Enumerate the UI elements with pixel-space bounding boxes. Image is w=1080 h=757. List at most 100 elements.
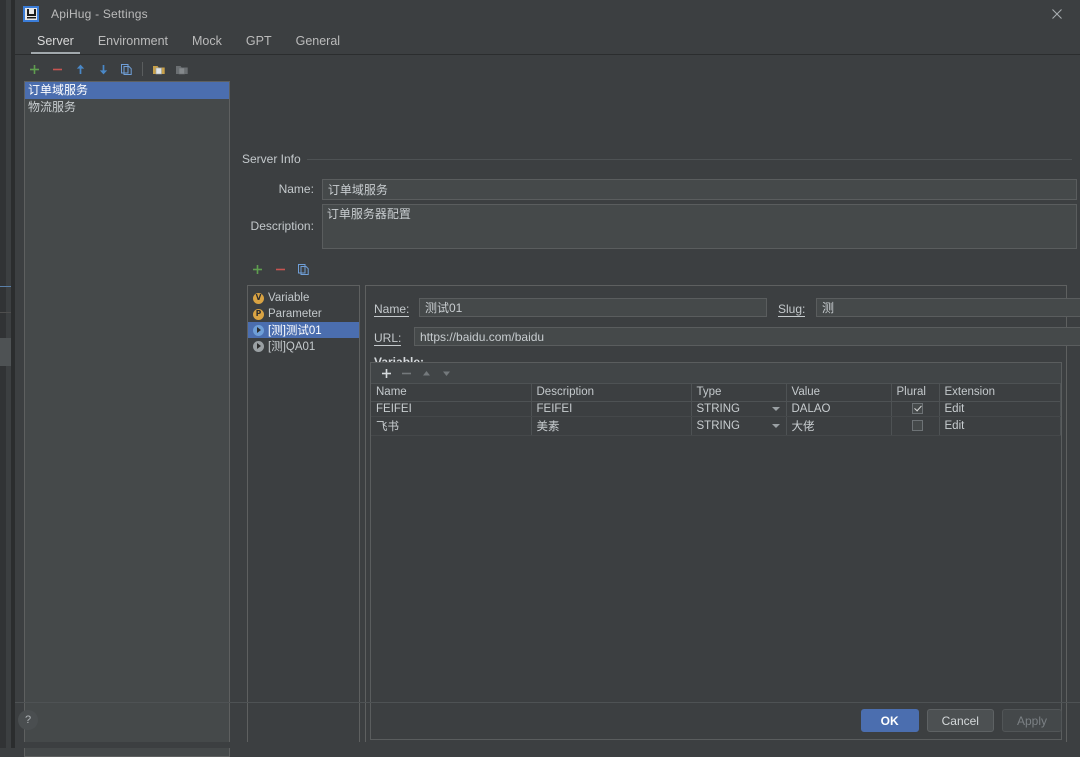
variable-table[interactable]: Name Description Type Value Plural Exten… <box>371 384 1061 436</box>
remove-server-button[interactable] <box>47 59 67 79</box>
tab-gpt[interactable]: GPT <box>234 31 284 54</box>
import-button[interactable] <box>149 59 169 79</box>
ok-button[interactable]: OK <box>861 709 919 732</box>
backdrop-chip <box>0 286 11 287</box>
cell-extension[interactable]: Edit <box>939 402 1061 417</box>
cell-value[interactable]: DALAO <box>786 402 891 417</box>
tree-item-parameter[interactable]: P Parameter <box>248 306 359 322</box>
detail-url-input[interactable] <box>414 327 1080 346</box>
move-up-button[interactable] <box>70 59 90 79</box>
cell-name[interactable]: FEIFEI <box>371 402 531 417</box>
icon-letter: P <box>256 310 262 318</box>
tree-item-label: [测]测试01 <box>268 322 322 338</box>
server-list-toolbar <box>24 58 230 80</box>
tab-label: Environment <box>98 34 168 48</box>
server-detail-content: Server Info Name: Description: <box>237 55 1072 748</box>
server-name-label: Name: <box>242 179 314 200</box>
group-divider <box>307 159 1072 160</box>
tab-environment[interactable]: Environment <box>86 31 180 54</box>
window-title: ApiHug - Settings <box>51 7 148 21</box>
chevron-down-icon[interactable] <box>772 407 780 411</box>
move-down-button[interactable] <box>93 59 113 79</box>
add-item-button[interactable] <box>247 259 267 279</box>
detail-url-label: URL: <box>374 331 401 345</box>
cancel-button[interactable]: Cancel <box>927 709 994 732</box>
column-header-extension[interactable]: Extension <box>939 384 1061 402</box>
close-icon[interactable] <box>1034 0 1080 27</box>
detail-slug-input[interactable] <box>816 298 1080 317</box>
chevron-down-icon[interactable] <box>772 424 780 428</box>
endpoint-icon <box>253 325 264 336</box>
server-list-item[interactable]: 物流服务 <box>25 99 229 116</box>
tab-general[interactable]: General <box>284 31 352 54</box>
column-header-type[interactable]: Type <box>691 384 786 402</box>
server-name-label: 物流服务 <box>28 100 76 114</box>
tab-label: GPT <box>246 34 272 48</box>
tree-item-endpoint-qa01[interactable]: [测]QA01 <box>248 338 359 354</box>
cell-type[interactable]: STRING <box>691 417 786 436</box>
column-header-name[interactable]: Name <box>371 384 531 402</box>
cell-type[interactable]: STRING <box>691 402 786 417</box>
server-description-label: Description: <box>242 204 314 249</box>
tree-item-label: Parameter <box>268 308 322 320</box>
server-list-item[interactable]: 订单域服务 <box>25 82 229 99</box>
tab-label: Mock <box>192 34 222 48</box>
detail-name-label: Name: <box>374 302 409 316</box>
footer-bottom-edge <box>15 742 1080 748</box>
cell-description[interactable]: FEIFEI <box>531 402 691 417</box>
copy-server-button[interactable] <box>116 59 136 79</box>
backdrop-chip <box>0 338 11 366</box>
tree-item-label: [测]QA01 <box>268 338 315 354</box>
server-description-textarea[interactable] <box>322 204 1077 249</box>
variable-icon: V <box>253 293 264 304</box>
dialog-footer: ? OK Cancel Apply <box>15 702 1080 748</box>
table-header-row: Name Description Type Value Plural Exten… <box>371 384 1061 402</box>
export-button[interactable] <box>172 59 192 79</box>
remove-item-button[interactable] <box>270 259 290 279</box>
cell-value[interactable]: 大佬 <box>786 417 891 436</box>
server-list[interactable]: 订单域服务 物流服务 <box>24 81 230 757</box>
column-header-value[interactable]: Value <box>786 384 891 402</box>
cell-name[interactable]: 飞书 <box>371 417 531 436</box>
variable-table-container: Name Description Type Value Plural Exten… <box>370 362 1062 740</box>
title-bar: ApiHug - Settings <box>15 0 1080 27</box>
tree-item-label: Variable <box>268 292 309 304</box>
tree-item-endpoint-test01[interactable]: [测]测试01 <box>248 322 359 338</box>
plural-checkbox[interactable] <box>912 403 923 414</box>
move-variable-down-button[interactable] <box>437 364 455 382</box>
move-variable-up-button[interactable] <box>417 364 435 382</box>
copy-item-button[interactable] <box>293 259 313 279</box>
tab-mock[interactable]: Mock <box>180 31 234 54</box>
toolbar-separator <box>142 62 143 76</box>
group-title-label: Server Info <box>242 152 301 166</box>
remove-variable-button[interactable] <box>397 364 415 382</box>
cell-plural[interactable] <box>891 417 939 436</box>
icon-letter: V <box>256 294 262 302</box>
dialog-body: 订单域服务 物流服务 Server Info Name: Description… <box>15 55 1080 748</box>
add-server-button[interactable] <box>24 59 44 79</box>
column-header-description[interactable]: Description <box>531 384 691 402</box>
endpoint-icon <box>253 341 264 352</box>
detail-name-input[interactable] <box>419 298 767 317</box>
tree-item-variable[interactable]: V Variable <box>248 290 359 306</box>
plural-checkbox[interactable] <box>912 420 923 431</box>
tab-label: General <box>296 34 340 48</box>
endpoint-tree[interactable]: V Variable P Parameter [测]测试01 [测]QA01 <box>247 285 360 745</box>
cell-extension[interactable]: Edit <box>939 417 1061 436</box>
add-variable-button[interactable] <box>377 364 395 382</box>
dialog-action-buttons: OK Cancel Apply <box>861 709 1062 732</box>
tab-server[interactable]: Server <box>25 31 86 54</box>
cell-description[interactable]: 美素 <box>531 417 691 436</box>
column-header-plural[interactable]: Plural <box>891 384 939 402</box>
table-row[interactable]: FEIFEI FEIFEI STRING DALAO E <box>371 402 1061 417</box>
cell-type-text: STRING <box>697 403 740 415</box>
cell-plural[interactable] <box>891 402 939 417</box>
endpoint-list-toolbar <box>247 258 367 280</box>
table-row[interactable]: 飞书 美素 STRING 大佬 Edit <box>371 417 1061 436</box>
help-button[interactable]: ? <box>18 710 38 730</box>
server-name-input[interactable] <box>322 179 1077 200</box>
apply-button[interactable]: Apply <box>1002 709 1062 732</box>
server-name-row: Name: <box>242 179 1077 200</box>
server-info-group-header: Server Info <box>242 152 1072 166</box>
parameter-icon: P <box>253 309 264 320</box>
